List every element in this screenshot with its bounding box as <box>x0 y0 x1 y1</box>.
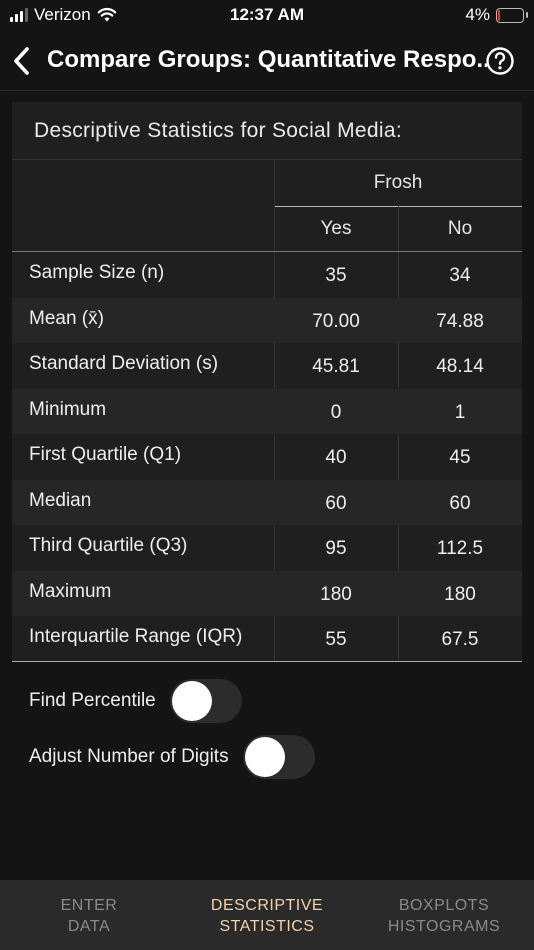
battery-icon <box>496 7 528 23</box>
navigation-bar: Compare Groups: Quantitative Respo... <box>0 36 534 86</box>
table-bottom-border <box>12 661 522 662</box>
bottom-tab-bar: ENTER DATA DESCRIPTIVE STATISTICS BOXPLO… <box>0 880 534 950</box>
tab-boxplots-histograms[interactable]: BOXPLOTS HISTOGRAMS <box>376 895 512 937</box>
adjust-digits-label: Adjust Number of Digits <box>29 746 229 767</box>
status-time: 12:37 AM <box>229 5 304 24</box>
tab-label-line2: DATA <box>67 918 111 935</box>
toggle-knob <box>244 737 285 777</box>
cell-yes: 60 <box>325 492 347 514</box>
table-row: Minimum 0 1 <box>12 388 522 434</box>
row-label: Maximum <box>29 580 112 602</box>
nav-divider <box>0 90 534 91</box>
cell-yes: 0 <box>330 401 342 423</box>
table-row: Interquartile Range (IQR) 55 67.5 <box>12 616 522 662</box>
cell-no: 74.88 <box>436 310 484 332</box>
cell-yes: 180 <box>320 583 352 605</box>
find-percentile-row: Find Percentile <box>29 679 242 723</box>
cell-no: 34 <box>449 265 471 286</box>
card-title: Descriptive Statistics for Social Media: <box>12 102 522 160</box>
tab-descriptive-statistics[interactable]: DESCRIPTIVE STATISTICS <box>192 895 342 937</box>
table-row: Standard Deviation (s) 45.81 48.14 <box>12 343 522 389</box>
cell-yes: 70.00 <box>312 310 360 332</box>
table-row: Third Quartile (Q3) 95 112.5 <box>12 525 522 571</box>
tab-label-line1: BOXPLOTS <box>398 897 490 914</box>
tab-label-line1: DESCRIPTIVE <box>210 897 324 914</box>
cell-no: 48.14 <box>436 356 484 377</box>
find-percentile-toggle[interactable] <box>169 679 242 723</box>
cell-no: 1 <box>454 401 466 423</box>
table-row: Maximum 180 180 <box>12 570 522 616</box>
cell-no: 45 <box>449 447 471 468</box>
status-right: 4% <box>465 5 528 25</box>
tab-enter-data[interactable]: ENTER DATA <box>30 895 148 937</box>
group-header: Frosh <box>274 160 522 207</box>
help-icon[interactable] <box>485 46 515 76</box>
adjust-digits-row: Adjust Number of Digits <box>29 735 315 779</box>
cell-no: 180 <box>444 583 476 605</box>
column-header-yes: Yes <box>320 218 352 239</box>
column-header-no: No <box>447 218 473 239</box>
row-label: Third Quartile (Q3) <box>29 535 188 556</box>
app-screen: Verizon 12:37 AM 4% Compare Groups: Quan… <box>0 0 534 950</box>
table-row: Median 60 60 <box>12 479 522 525</box>
row-label: Sample Size (n) <box>29 262 165 283</box>
tab-label-line1: ENTER <box>60 897 118 914</box>
back-chevron-icon[interactable] <box>8 44 36 78</box>
row-label: Interquartile Range (IQR) <box>29 626 243 647</box>
cell-no: 112.5 <box>436 538 484 559</box>
cell-yes: 95 <box>325 538 347 559</box>
row-label: Minimum <box>29 398 107 420</box>
row-label: Median <box>29 489 92 511</box>
cell-yes: 35 <box>325 265 347 286</box>
row-label: Standard Deviation (s) <box>29 353 219 374</box>
row-label: First Quartile (Q1) <box>29 444 182 465</box>
cell-yes: 45.81 <box>312 356 360 377</box>
table-row: Sample Size (n) 35 34 <box>12 252 522 298</box>
cell-yes: 40 <box>325 447 347 468</box>
tab-label-line2: STATISTICS <box>219 918 315 935</box>
cell-no: 60 <box>449 492 471 514</box>
descriptive-statistics-card: Descriptive Statistics for Social Media:… <box>12 102 522 662</box>
tab-label-line2: HISTOGRAMS <box>387 918 501 935</box>
table-row: Mean (x̄) 70.00 74.88 <box>12 297 522 343</box>
battery-percent: 4% <box>465 5 490 24</box>
status-bar: Verizon 12:37 AM 4% <box>0 0 534 32</box>
toggle-knob <box>171 681 212 721</box>
table-row: First Quartile (Q1) 40 45 <box>12 434 522 480</box>
row-label: Mean (x̄) <box>29 307 104 329</box>
cell-yes: 55 <box>325 629 347 650</box>
adjust-digits-toggle[interactable] <box>242 735 315 779</box>
find-percentile-label: Find Percentile <box>29 690 156 711</box>
cell-no: 67.5 <box>441 629 479 650</box>
page-title: Compare Groups: Quantitative Respo... <box>47 46 487 73</box>
